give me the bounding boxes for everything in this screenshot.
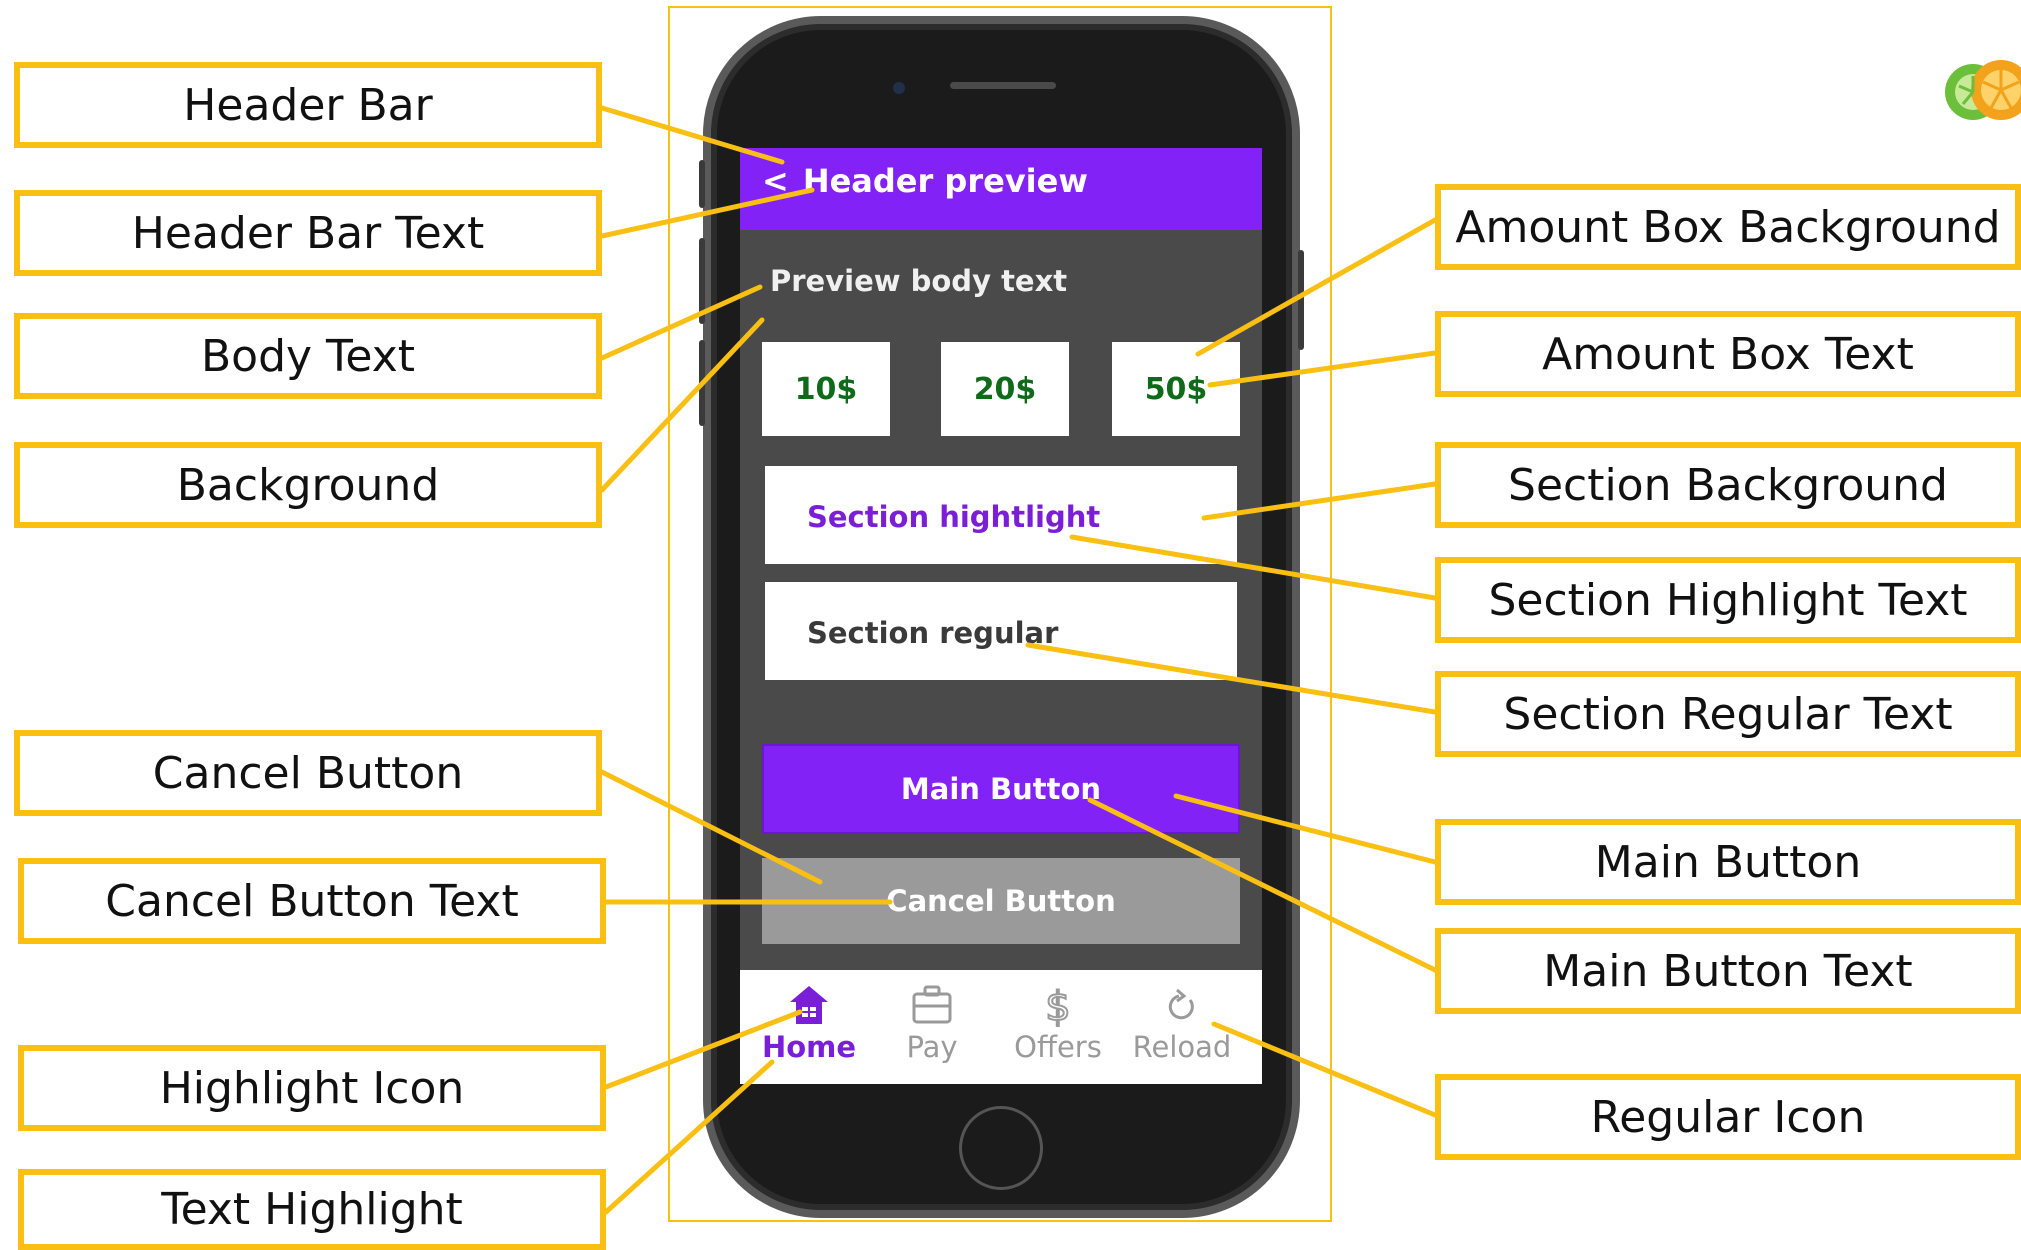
header-bar-text: < Header preview bbox=[762, 162, 1088, 200]
power-button bbox=[1298, 250, 1304, 350]
section-highlight[interactable]: Section hightlight bbox=[765, 466, 1237, 564]
section-regular-text: Section regular bbox=[807, 616, 1059, 650]
tab-home[interactable]: Home bbox=[749, 980, 869, 1064]
label-highlight-icon: Highlight Icon bbox=[18, 1045, 606, 1131]
tab-pay[interactable]: Pay bbox=[872, 980, 992, 1064]
label-section-regular-text: Section Regular Text bbox=[1435, 671, 2021, 757]
label-section-background: Section Background bbox=[1435, 442, 2021, 528]
tab-label-offers: Offers bbox=[1014, 1030, 1102, 1064]
label-amount-box-text: Amount Box Text bbox=[1435, 311, 2021, 397]
dollar-icon: $ bbox=[1044, 983, 1071, 1030]
section-regular[interactable]: Section regular bbox=[765, 582, 1237, 680]
earpiece-speaker bbox=[950, 82, 1056, 89]
tab-bar: Home Pay $ Offers Reload bbox=[740, 970, 1262, 1084]
svg-text:$: $ bbox=[1045, 984, 1070, 1030]
label-header-bar: Header Bar bbox=[14, 62, 602, 148]
main-button[interactable]: Main Button bbox=[762, 744, 1240, 834]
mute-switch bbox=[699, 160, 705, 208]
cancel-button[interactable]: Cancel Button bbox=[762, 858, 1240, 944]
label-background: Background bbox=[14, 442, 602, 528]
amount-box-10[interactable]: 10$ bbox=[762, 342, 890, 436]
briefcase-icon bbox=[912, 985, 952, 1024]
phone-screen: < Header preview Preview body text 10$ 20… bbox=[740, 148, 1262, 1084]
tab-reload[interactable]: Reload bbox=[1122, 980, 1242, 1064]
phone-home-button bbox=[959, 1106, 1043, 1190]
amount-box-20[interactable]: 20$ bbox=[941, 342, 1069, 436]
header-title: Header preview bbox=[802, 162, 1088, 200]
label-regular-icon: Regular Icon bbox=[1435, 1074, 2021, 1160]
reload-icon bbox=[1168, 988, 1194, 1020]
label-main-button: Main Button bbox=[1435, 819, 2021, 905]
label-section-highlight-text: Section Highlight Text bbox=[1435, 557, 2021, 643]
volume-down-button bbox=[699, 340, 705, 426]
label-main-button-text: Main Button Text bbox=[1435, 928, 2021, 1014]
volume-up-button bbox=[699, 238, 705, 324]
cancel-button-text: Cancel Button bbox=[886, 884, 1116, 918]
main-button-text: Main Button bbox=[900, 772, 1102, 806]
home-icon bbox=[790, 986, 828, 1024]
front-camera bbox=[893, 82, 905, 94]
citrus-logo bbox=[1945, 60, 2021, 120]
section-highlight-text: Section hightlight bbox=[807, 500, 1101, 534]
tab-label-home: Home bbox=[761, 1030, 857, 1064]
label-amount-box-background: Amount Box Background bbox=[1435, 184, 2021, 270]
tab-offers[interactable]: $ Offers bbox=[998, 980, 1118, 1064]
header-bar: < Header preview bbox=[740, 148, 1262, 230]
tab-label-reload: Reload bbox=[1132, 1030, 1232, 1064]
body-text: Preview body text bbox=[770, 264, 1068, 298]
tab-label-pay: Pay bbox=[906, 1030, 958, 1064]
label-body-text: Body Text bbox=[14, 313, 602, 399]
label-cancel-button: Cancel Button bbox=[14, 730, 602, 816]
back-icon[interactable]: < bbox=[762, 162, 789, 200]
label-header-bar-text: Header Bar Text bbox=[14, 190, 602, 276]
amount-box-50[interactable]: 50$ bbox=[1112, 342, 1240, 436]
label-cancel-button-text: Cancel Button Text bbox=[18, 858, 606, 944]
label-text-highlight: Text Highlight bbox=[18, 1169, 606, 1250]
